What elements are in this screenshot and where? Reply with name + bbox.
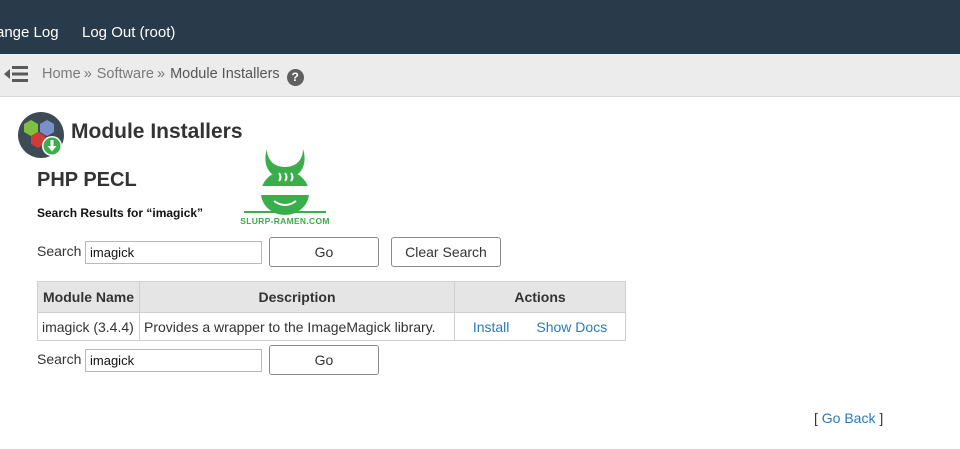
search-label: Search [37,243,82,259]
column-header-actions: Actions [454,281,627,313]
table-row: imagick (3.4.4) Provides a wrapper to th… [36,312,627,341]
close-bracket: ] [879,410,884,426]
top-nav-bar: ange Log Log Out (root) [0,0,960,54]
logout-link[interactable]: Log Out (root) [82,24,175,41]
open-bracket: [ [814,410,818,426]
watermark-text: SLURP-RAMEN.COM [240,216,330,226]
show-docs-link[interactable]: Show Docs [536,319,607,335]
question-circle-icon[interactable]: ? [286,69,304,86]
hamburger-menu-icon[interactable] [4,64,28,84]
search-label-bottom: Search [37,351,82,367]
go-button[interactable]: Go [269,237,379,267]
search-results-caption: Search Results for “imagick” [37,206,204,220]
go-button-bottom[interactable]: Go [269,345,379,375]
module-installers-icon [18,112,64,158]
go-back-container: [ Go Back ] [814,410,883,426]
clear-search-button[interactable]: Clear Search [391,237,501,267]
breadcrumb-home[interactable]: Home [42,66,81,82]
column-header-description: Description [139,281,456,313]
install-link[interactable]: Install [473,319,510,335]
page-title: Module Installers [71,120,243,143]
breadcrumb-bar: Home» Software» Module Installers? [0,54,960,97]
actions-cell: Install Show Docs [454,312,627,341]
go-back-link[interactable]: Go Back [822,410,876,426]
breadcrumb-separator: » [157,66,166,82]
section-title: PHP PECL [37,169,137,191]
column-header-module-name: Module Name [36,281,141,313]
breadcrumb-software[interactable]: Software [97,66,154,82]
breadcrumb: Home» Software» Module Installers? [42,66,304,86]
change-log-link[interactable]: ange Log [0,24,59,41]
breadcrumb-separator: » [83,66,92,82]
description-cell: Provides a wrapper to the ImageMagick li… [139,312,456,341]
ninja-mascot-logo: SLURP-RAMEN.COM [240,149,330,226]
search-input[interactable] [85,241,262,264]
module-name-cell: imagick (3.4.4) [36,312,141,341]
module-table: Module Name Description Actions imagick … [36,281,627,341]
search-input-bottom[interactable] [85,349,262,372]
table-header-row: Module Name Description Actions [36,281,627,313]
breadcrumb-current: Module Installers [170,66,280,82]
